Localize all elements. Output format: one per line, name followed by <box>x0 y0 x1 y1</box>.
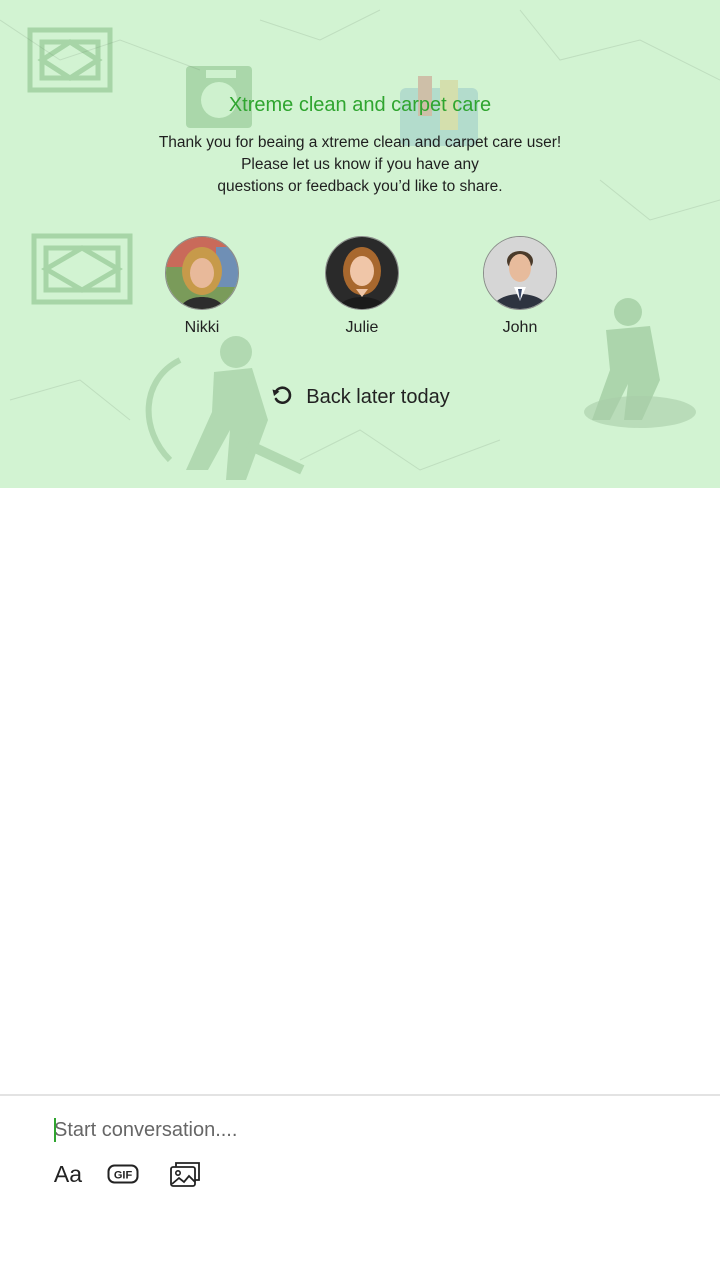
composer-divider <box>0 1094 720 1096</box>
welcome-header: Xtreme clean and carpet care Thank you f… <box>0 0 720 488</box>
history-icon <box>270 383 294 407</box>
gif-label: GIF <box>114 1170 133 1182</box>
agent-name: John <box>502 319 538 336</box>
welcome-message: Thank you for beaing a xtreme clean and … <box>110 132 610 198</box>
avatar[interactable] <box>325 236 399 310</box>
text-format-icon: Aa <box>53 1160 83 1187</box>
image-gallery-button[interactable] <box>168 1158 202 1190</box>
agent-name: Julie <box>345 319 379 336</box>
text-format-button[interactable]: Aa <box>52 1158 84 1190</box>
gif-icon: GIF <box>107 1164 139 1184</box>
agent-name: Nikki <box>184 319 220 336</box>
welcome-line: Please let us know if you have any <box>241 156 479 173</box>
agent-julie[interactable]: Julie <box>302 236 422 337</box>
avatar[interactable] <box>165 236 239 310</box>
agent-nikki[interactable]: Nikki <box>142 236 262 337</box>
text-cursor <box>54 1118 56 1142</box>
business-title: Xtreme clean and carpet care <box>228 94 492 116</box>
avatar[interactable] <box>483 236 557 310</box>
availability-label: Back later today <box>306 386 450 408</box>
agent-john[interactable]: John <box>460 236 580 337</box>
welcome-line: questions or feedback you’d like to shar… <box>217 178 503 195</box>
messenger-screen: Xtreme clean and carpet care Thank you f… <box>0 0 720 1280</box>
availability-status: Back later today <box>0 383 720 409</box>
message-input[interactable] <box>54 1114 654 1146</box>
image-gallery-icon <box>170 1162 200 1187</box>
welcome-line: Thank you for beaing a xtreme clean and … <box>158 134 562 151</box>
gif-button[interactable]: GIF <box>106 1158 140 1190</box>
